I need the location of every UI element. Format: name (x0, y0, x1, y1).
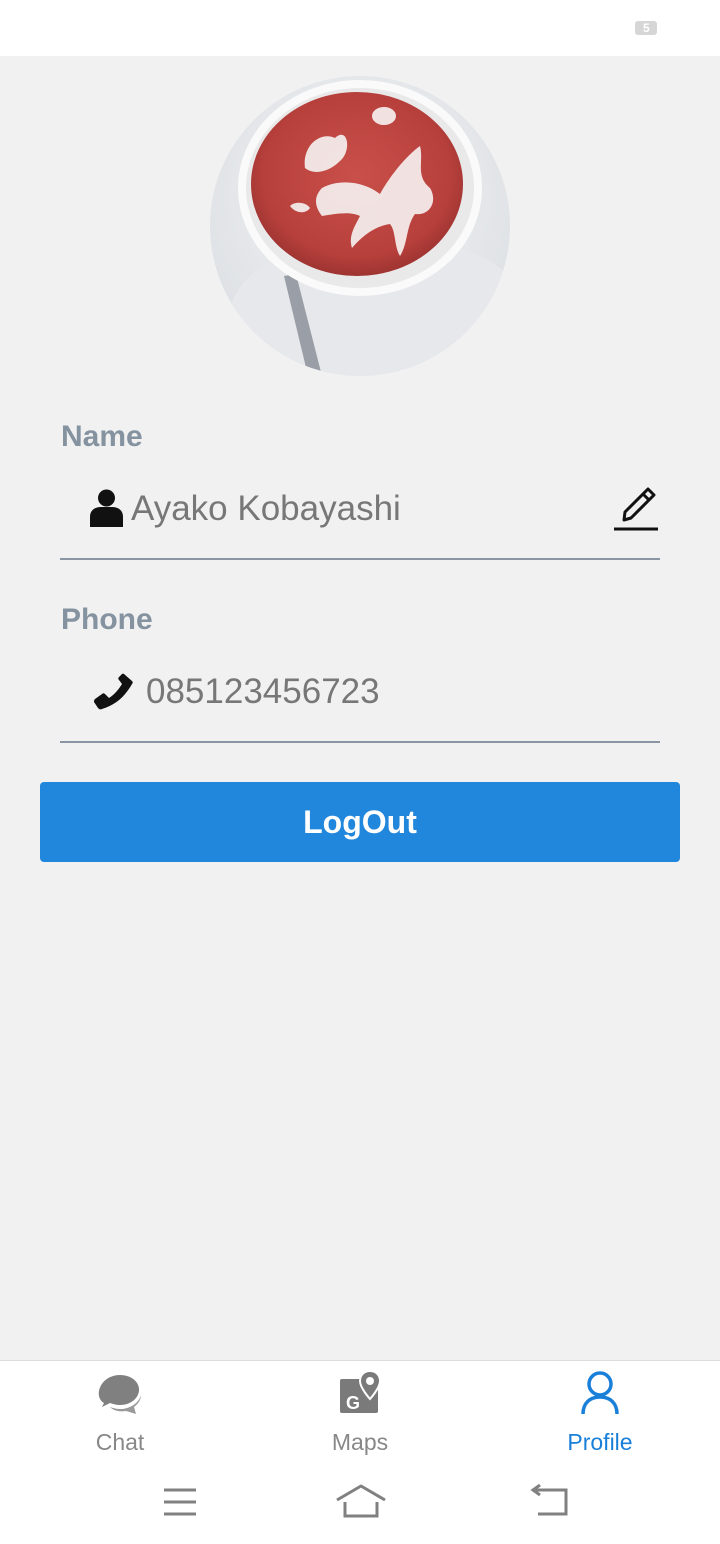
tab-profile-label: Profile (567, 1429, 633, 1455)
bottom-navigation: Chat G Maps Profile (0, 1360, 720, 1467)
phone-icon (94, 673, 133, 710)
tab-maps-label: Maps (331, 1429, 389, 1455)
tab-profile[interactable]: Profile (480, 1361, 720, 1467)
phone-label: Phone (61, 603, 153, 636)
latte-art-photo (210, 76, 510, 376)
logout-button[interactable]: LogOut (40, 782, 680, 862)
back-button[interactable] (528, 1483, 572, 1524)
status-bar: 5 (0, 0, 720, 56)
system-navigation-bar (0, 1466, 720, 1544)
map-pin-icon: G (340, 1371, 382, 1413)
name-value: Ayako Kobayashi (131, 489, 401, 528)
back-arrow-icon (530, 1483, 568, 1516)
home-button[interactable] (335, 1484, 387, 1524)
chat-bubbles-icon (98, 1375, 141, 1414)
phone-value: 085123456723 (146, 672, 380, 711)
tab-chat-label: Chat (95, 1429, 145, 1455)
battery-icon: 5 (635, 21, 657, 35)
hamburger-icon (164, 1488, 196, 1516)
battery-level: 5 (643, 21, 650, 35)
tab-maps[interactable]: G Maps (240, 1361, 480, 1467)
phone-field: 085123456723 (60, 641, 660, 743)
pencil-icon (614, 487, 658, 531)
profile-avatar[interactable] (210, 76, 510, 376)
menu-button[interactable] (160, 1484, 204, 1524)
home-icon (336, 1484, 386, 1518)
tab-chat[interactable]: Chat (0, 1361, 240, 1467)
user-icon (581, 1371, 619, 1415)
name-field: Ayako Kobayashi (60, 458, 660, 560)
name-label: Name (61, 420, 143, 453)
svg-text:G: G (346, 1393, 360, 1413)
edit-name-button[interactable] (612, 484, 660, 532)
person-icon (90, 489, 123, 527)
